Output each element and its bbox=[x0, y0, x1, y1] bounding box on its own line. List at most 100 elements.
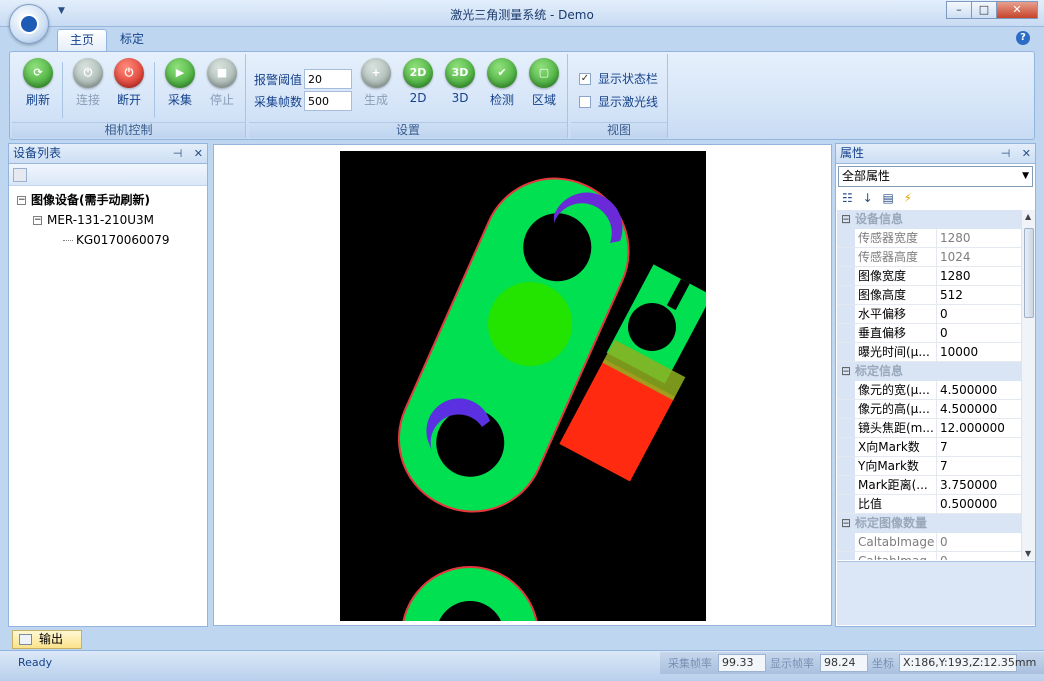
property-description-area bbox=[837, 561, 1035, 625]
detect-button[interactable]: ✔ 检测 bbox=[482, 58, 522, 108]
capture-fps-value: 99.33 bbox=[718, 654, 766, 672]
group-view: ✓ 显示状态栏 显示激光线 视图 bbox=[571, 54, 668, 138]
property-row[interactable]: 曝光时间(μ... 10000 bbox=[837, 343, 1021, 362]
property-row[interactable]: 传感器高度 1024 bbox=[837, 248, 1021, 267]
checkbox-unchecked-icon bbox=[579, 95, 591, 108]
group-settings: 报警阈值 采集帧数 + 生成 2D 2D 3D 3D ✔ 检测 ▢ 区域 设置 bbox=[249, 54, 568, 138]
scroll-up-icon[interactable]: ▲ bbox=[1025, 212, 1031, 221]
property-row[interactable]: Mark距离(... 3.750000 bbox=[837, 476, 1021, 495]
separator bbox=[154, 62, 155, 118]
property-row[interactable]: 比值 0.500000 bbox=[837, 495, 1021, 514]
category-calibration-image-count[interactable]: ⊟ 标定图像数量 bbox=[837, 514, 1021, 533]
refresh-button[interactable]: ⟳ 刷新 bbox=[18, 58, 58, 108]
status-metrics: 采集帧率 99.33 显示帧率 98.24 坐标 X:186,Y:193,Z:1… bbox=[660, 652, 1044, 674]
view-2d-button[interactable]: 2D 2D bbox=[398, 58, 438, 105]
output-tab[interactable]: 输出 bbox=[12, 630, 82, 649]
properties-page-icon[interactable]: ▤ bbox=[882, 191, 893, 205]
collapse-icon[interactable]: − bbox=[17, 196, 26, 205]
capture-frames-input[interactable] bbox=[304, 91, 352, 111]
property-row[interactable]: CaltabImag...0 bbox=[837, 552, 1021, 560]
group-camera-control: ⟳ 刷新 ⏻ 连接 ⏻ 断开 ▶ 采集 ■ 停止 相机控制 bbox=[12, 54, 246, 138]
close-button[interactable]: ✕ bbox=[996, 1, 1038, 19]
panel-close-icon[interactable]: ✕ bbox=[194, 147, 203, 160]
collapse-icon[interactable]: ⊟ bbox=[837, 362, 855, 380]
region-button[interactable]: ▢ 区域 bbox=[524, 58, 564, 108]
tree-connector bbox=[63, 240, 73, 241]
categorized-icon[interactable]: ☷ bbox=[842, 191, 853, 205]
view-3d-icon: 3D bbox=[445, 58, 475, 88]
minimize-button[interactable]: – bbox=[946, 1, 972, 19]
output-window-icon bbox=[19, 634, 32, 645]
stop-button[interactable]: ■ 停止 bbox=[202, 58, 242, 108]
capture-frames-row: 采集帧数 bbox=[254, 90, 352, 112]
collapse-icon[interactable]: ⊟ bbox=[837, 514, 855, 532]
status-bar: Ready 采集帧率 99.33 显示帧率 98.24 坐标 X:186,Y:1… bbox=[0, 650, 1044, 681]
property-row[interactable]: Y向Mark数 7 bbox=[837, 457, 1021, 476]
property-row[interactable]: 镜头焦距(m... 12.000000 bbox=[837, 419, 1021, 438]
status-ready-text: Ready bbox=[18, 656, 53, 669]
show-status-bar-checkbox[interactable]: ✓ 显示状态栏 bbox=[579, 70, 658, 87]
panel-close-icon[interactable]: ✕ bbox=[1022, 147, 1031, 160]
tab-home[interactable]: 主页 bbox=[57, 29, 108, 51]
pin-icon[interactable]: ⊣ bbox=[173, 147, 183, 160]
chevron-down-icon: ▼ bbox=[1022, 171, 1029, 181]
capture-button[interactable]: ▶ 采集 bbox=[160, 58, 200, 108]
scroll-down-icon[interactable]: ▼ bbox=[1025, 549, 1031, 558]
checkbox-checked-icon: ✓ bbox=[579, 72, 591, 85]
play-icon: ▶ bbox=[165, 58, 195, 88]
property-row[interactable]: 传感器宽度 1280 bbox=[837, 229, 1021, 248]
generate-button[interactable]: + 生成 bbox=[356, 58, 396, 108]
disconnect-button[interactable]: ⏻ 断开 bbox=[109, 58, 149, 108]
tree-node-root[interactable]: − 图像设备(需手动刷新) bbox=[17, 190, 207, 210]
properties-header: 属性 ⊣ ✕ bbox=[836, 144, 1035, 164]
events-lightning-icon[interactable]: ⚡ bbox=[904, 191, 912, 205]
property-row[interactable]: 垂直偏移 0 bbox=[837, 324, 1021, 343]
image-viewer[interactable] bbox=[213, 144, 832, 626]
tab-calibration[interactable]: 标定 bbox=[108, 29, 156, 51]
ribbon-tabs: 主页 标定 ? bbox=[0, 27, 1044, 51]
coordinate-label: 坐标 bbox=[872, 657, 894, 670]
scrollbar-thumb[interactable] bbox=[1024, 228, 1034, 318]
property-row[interactable]: CaltabImage 0 bbox=[837, 533, 1021, 552]
alarm-threshold-input[interactable] bbox=[304, 69, 352, 89]
device-list-panel: 设备列表 ⊣ ✕ − 图像设备(需手动刷新) − MER-131-210U3M KG… bbox=[8, 143, 208, 627]
property-object-select[interactable]: 全部属性 ▼ bbox=[838, 166, 1033, 187]
help-icon[interactable]: ? bbox=[1016, 31, 1030, 45]
title-bar: ▼ 激光三角测量系统 - Demo – □ ✕ bbox=[0, 0, 1044, 27]
collapse-icon[interactable]: − bbox=[33, 216, 42, 225]
stop-icon: ■ bbox=[207, 58, 237, 88]
tree-node-camera[interactable]: − MER-131-210U3M bbox=[17, 210, 207, 230]
refresh-icon: ⟳ bbox=[23, 58, 53, 88]
collapse-icon[interactable]: ⊟ bbox=[837, 210, 855, 228]
view-3d-button[interactable]: 3D 3D bbox=[440, 58, 480, 105]
property-row[interactable]: 图像宽度 1280 bbox=[837, 267, 1021, 286]
property-scrollbar[interactable]: ▲ ▼ bbox=[1021, 210, 1035, 560]
group-label-camera: 相机控制 bbox=[12, 122, 245, 138]
pin-icon[interactable]: ⊣ bbox=[1001, 147, 1011, 160]
property-row[interactable]: X向Mark数 7 bbox=[837, 438, 1021, 457]
category-device-info[interactable]: ⊟ 设备信息 bbox=[837, 210, 1021, 229]
property-row[interactable]: 水平偏移 0 bbox=[837, 305, 1021, 324]
tree-node-serial[interactable]: KG0170060079 bbox=[17, 230, 207, 250]
property-row[interactable]: 像元的宽(μ... 4.500000 bbox=[837, 381, 1021, 400]
alphabetical-icon[interactable]: ↓ bbox=[863, 191, 873, 205]
properties-panel: 属性 ⊣ ✕ 全部属性 ▼ ☷ ↓ ▤ ⚡ ⊟ 设备信息 传感器宽度 1280 传感… bbox=[835, 143, 1036, 627]
power-icon: ⏻ bbox=[73, 58, 103, 88]
device-list-header: 设备列表 ⊣ ✕ bbox=[9, 144, 207, 164]
window-controls: – □ ✕ bbox=[946, 1, 1038, 19]
property-row[interactable]: 像元的高(μ... 4.500000 bbox=[837, 400, 1021, 419]
property-row[interactable]: 图像高度 512 bbox=[837, 286, 1021, 305]
depth-image bbox=[340, 151, 706, 621]
coordinate-value: X:186,Y:193,Z:12.35mm bbox=[899, 654, 1036, 672]
maximize-button[interactable]: □ bbox=[971, 1, 997, 19]
show-laser-line-checkbox[interactable]: 显示激光线 bbox=[579, 93, 658, 110]
device-list-icon[interactable] bbox=[13, 168, 27, 182]
app-logo-icon bbox=[19, 14, 39, 34]
center-disc bbox=[488, 282, 572, 366]
application-menu-button[interactable] bbox=[9, 4, 49, 44]
device-tree: − 图像设备(需手动刷新) − MER-131-210U3M KG017006007… bbox=[9, 186, 207, 250]
alarm-threshold-label: 报警阈值 bbox=[254, 72, 303, 87]
window-title: 激光三角测量系统 - Demo bbox=[450, 8, 594, 22]
connect-button[interactable]: ⏻ 连接 bbox=[68, 58, 108, 108]
category-calibration-info[interactable]: ⊟ 标定信息 bbox=[837, 362, 1021, 381]
